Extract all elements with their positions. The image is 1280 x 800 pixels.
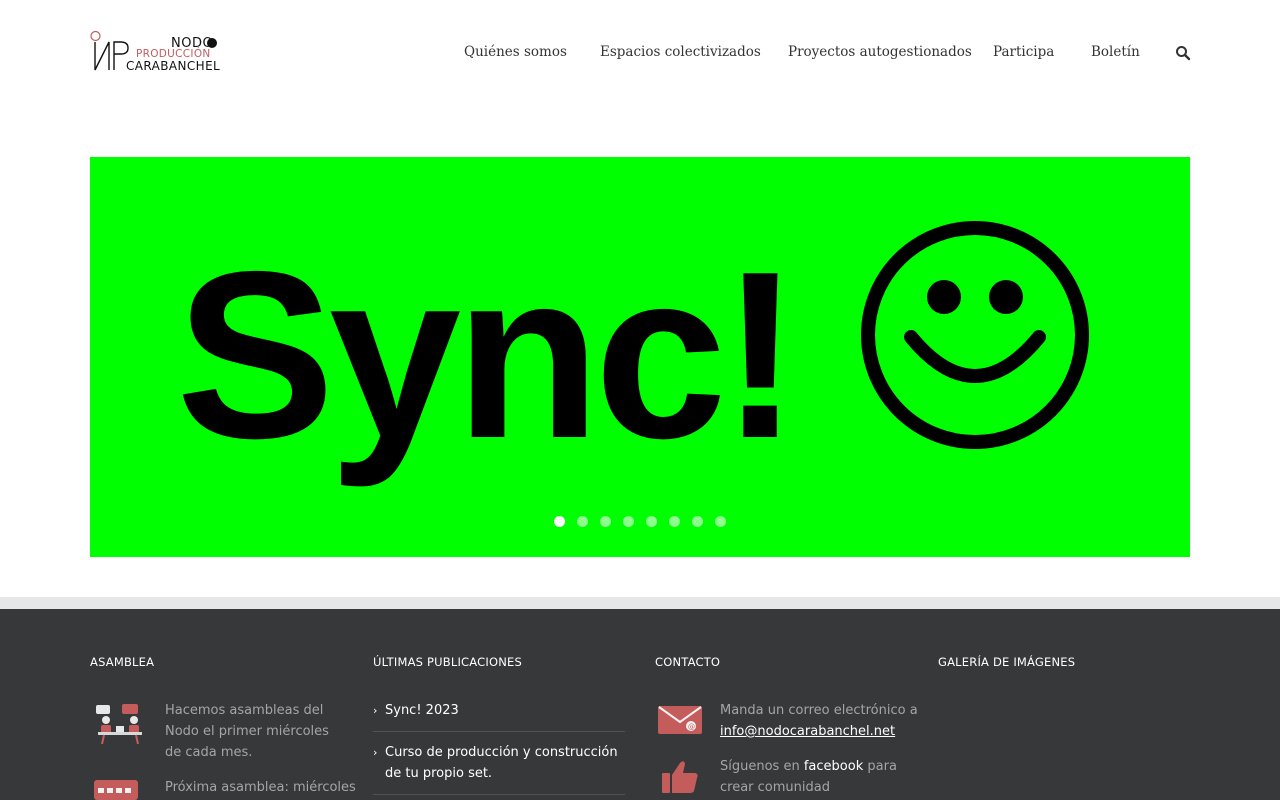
site-footer: ASAMBLEA Hacemos asambleas del Nodo el p… <box>0 609 1280 800</box>
hero-slider[interactable]: Sync! <box>90 157 1190 557</box>
slider-dot-2[interactable] <box>577 516 588 527</box>
post-title: Curso de producción y construcción de tu… <box>385 745 618 781</box>
contact-mail-text: Manda un correo electrónico a info@nodoc… <box>720 700 920 742</box>
smiley-face-icon <box>861 221 1089 449</box>
svg-text:@: @ <box>688 723 695 731</box>
search-icon[interactable] <box>1175 45 1191 61</box>
nav-item-espacios-colectivizados[interactable]: Espacios colectivizados <box>600 44 761 60</box>
logo-text-carabanchel: CARABANCHEL <box>126 59 221 73</box>
slider-pagination <box>90 516 1190 528</box>
nav-item-proyectos-autogestionados[interactable]: Proyectos autogestionados <box>788 44 972 60</box>
calendar-icon <box>94 780 138 800</box>
slider-dot-3[interactable] <box>600 516 611 527</box>
contact-mail-prefix: Manda un correo electrónico a <box>720 703 918 718</box>
nav-item-quienes-somos[interactable]: Quiénes somos <box>464 44 567 60</box>
contact-facebook-text: Síguenos en facebook para crear comunida… <box>720 756 920 798</box>
slider-dot-8[interactable] <box>715 516 726 527</box>
nav-item-boletin[interactable]: Boletín <box>1091 44 1140 60</box>
slider-dot-7[interactable] <box>692 516 703 527</box>
post-divider <box>373 794 625 795</box>
chevron-right-icon: › <box>373 746 378 759</box>
site-logo[interactable]: NODO PRODUCCIÓN CARABANCHEL <box>90 30 220 74</box>
post-title: Sync! 2023 <box>385 703 459 718</box>
nav-item-participa[interactable]: Participa <box>993 44 1054 60</box>
slider-dot-5[interactable] <box>646 516 657 527</box>
site-header: NODO PRODUCCIÓN CARABANCHEL Quiénes somo… <box>0 0 1280 105</box>
footer-title-publicaciones: ÚLTIMAS PUBLICACIONES <box>373 655 522 669</box>
logo-text-produccion: PRODUCCIÓN <box>136 48 211 60</box>
chevron-right-icon: › <box>373 704 378 717</box>
slider-dot-4[interactable] <box>623 516 634 527</box>
post-link-2[interactable]: › Curso de producción y construcción de … <box>373 742 625 784</box>
footer-divider-band <box>0 597 1280 609</box>
facebook-prefix: Síguenos en <box>720 759 800 774</box>
footer-title-asamblea: ASAMBLEA <box>90 655 155 669</box>
next-asamblea-text: Próxima asamblea: miércoles <box>165 780 356 795</box>
envelope-icon: @ <box>658 706 702 734</box>
slider-dot-6[interactable] <box>669 516 680 527</box>
footer-title-contacto: CONTACTO <box>655 655 721 669</box>
facebook-link[interactable]: facebook <box>804 759 863 774</box>
post-divider <box>373 731 625 732</box>
post-link-1[interactable]: › Sync! 2023 <box>373 700 625 721</box>
slider-dot-1[interactable] <box>554 516 565 527</box>
asamblea-description: Hacemos asambleas del Nodo el primer mié… <box>165 703 329 760</box>
contact-email-link[interactable]: info@nodocarabanchel.net <box>720 724 895 739</box>
footer-title-galeria: GALERÍA DE IMÁGENES <box>938 655 1076 669</box>
thumbs-up-icon <box>662 761 698 793</box>
meeting-icon <box>96 704 142 745</box>
slide-heading: Sync! <box>176 223 800 488</box>
